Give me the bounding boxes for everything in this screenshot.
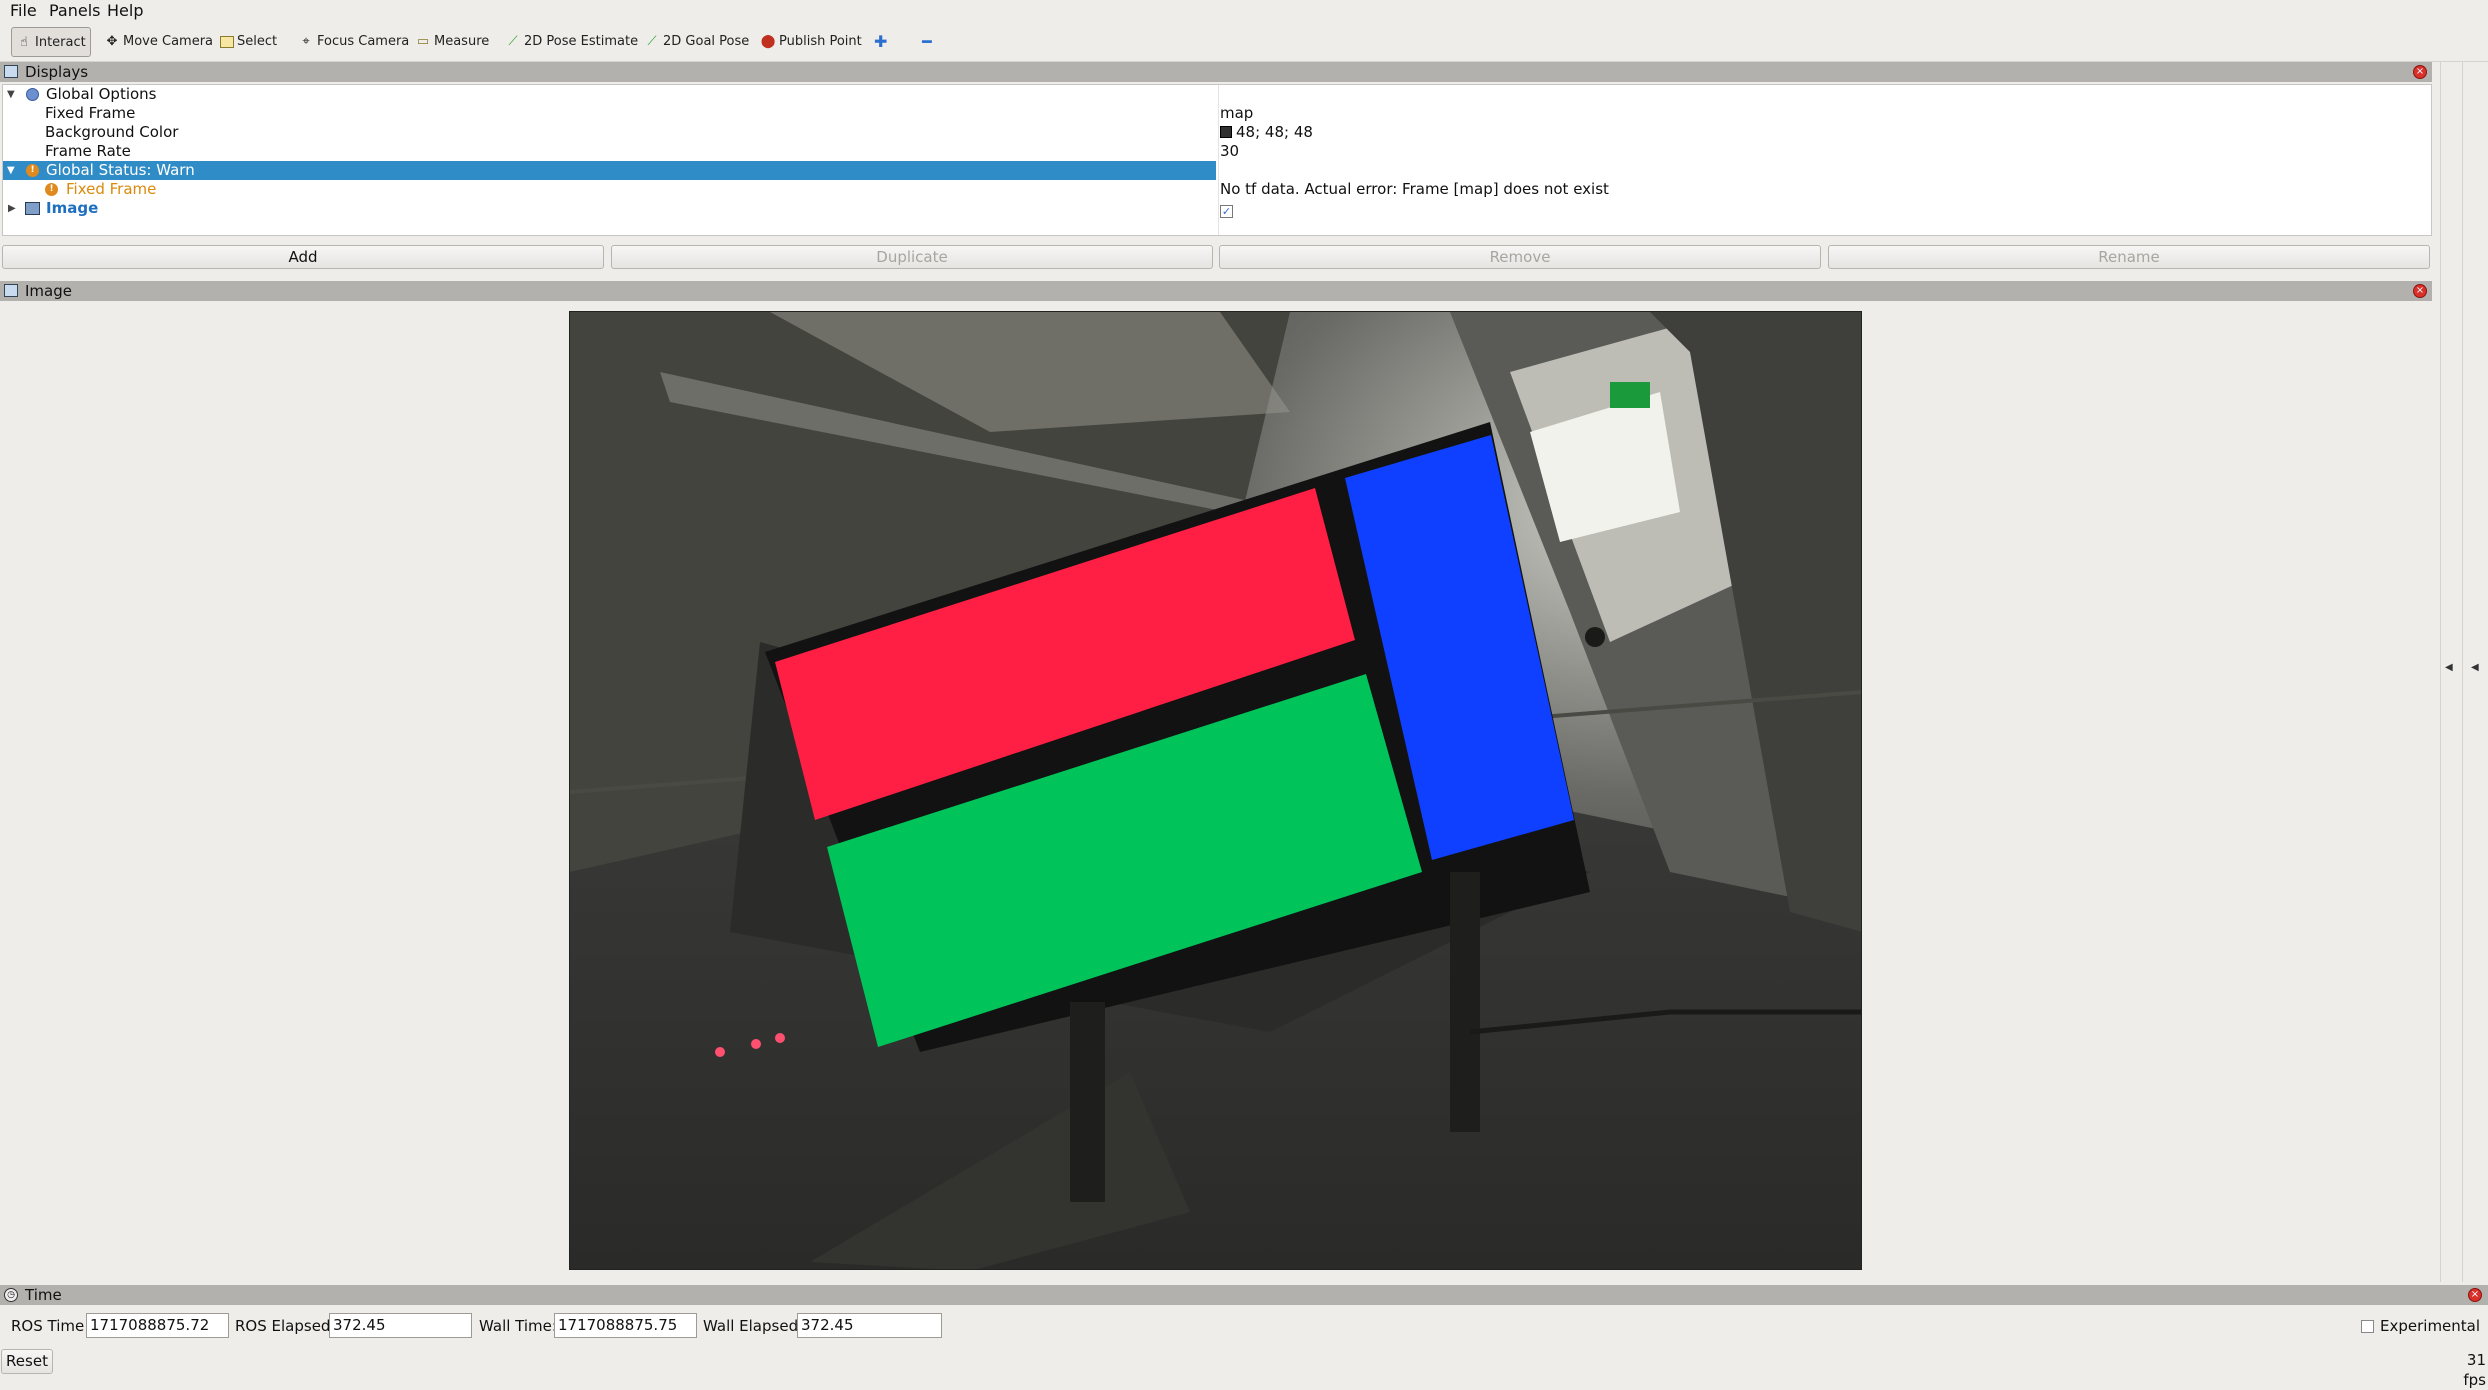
select-tool-button[interactable]: Select <box>216 27 281 57</box>
tree-row-fixed-frame-status[interactable]: ! Fixed Frame No tf data. Actual error: … <box>3 180 2431 199</box>
clock-icon: ◷ <box>4 1288 18 1302</box>
ros-time-field[interactable]: 1717088875.72 <box>86 1313 229 1338</box>
ros-elapsed-label: ROS Elapsed: <box>235 1317 336 1335</box>
move-camera-tool-button[interactable]: ✥ Move Camera <box>100 27 217 57</box>
tree-row-image[interactable]: ▶ Image ✓ <box>3 199 2431 218</box>
focus-camera-tool-button[interactable]: ⌖ Focus Camera <box>294 27 413 57</box>
publish-point-label: Publish Point <box>779 34 862 49</box>
close-icon[interactable]: × <box>2413 284 2427 298</box>
duplicate-button[interactable]: Duplicate <box>611 245 1213 269</box>
goal-pose-tool-button[interactable]: ⟋ 2D Goal Pose <box>640 27 753 57</box>
rename-button[interactable]: Rename <box>1828 245 2430 269</box>
warning-icon: ! <box>45 183 58 196</box>
publish-point-tool-button[interactable]: ⬤ Publish Point <box>756 27 866 57</box>
background-color-text: 48; 48; 48 <box>1236 123 1313 141</box>
pose-estimate-label: 2D Pose Estimate <box>524 34 639 49</box>
measure-tool-button[interactable]: ▭ Measure <box>411 27 493 57</box>
tree-row-global-status[interactable]: ▼ ! Global Status: Warn <box>3 161 2431 180</box>
displays-tree: ▼ Global Options Fixed Frame map Backgro… <box>2 84 2432 236</box>
experimental-label: Experimental <box>2380 1317 2481 1335</box>
focus-camera-label: Focus Camera <box>317 34 410 49</box>
fixed-frame-value[interactable]: map <box>1220 104 1253 123</box>
collapse-right-arrow-icon[interactable]: ◀ <box>2471 662 2479 673</box>
interact-tool-button[interactable]: ☝ Interact <box>11 27 91 57</box>
collapse-left-arrow-icon[interactable]: ◀ <box>2445 662 2453 673</box>
close-icon[interactable]: × <box>2468 1288 2482 1302</box>
wall-time-field[interactable]: 1717088875.75 <box>554 1313 697 1338</box>
tree-label: Background Color <box>45 123 179 141</box>
status-message: No tf data. Actual error: Frame [map] do… <box>1220 180 1609 198</box>
pose-estimate-tool-button[interactable]: ⟋ 2D Pose Estimate <box>501 27 642 57</box>
expand-arrow-icon[interactable]: ▼ <box>7 85 15 104</box>
select-label: Select <box>237 34 278 49</box>
goal-pose-label: 2D Goal Pose <box>663 34 750 49</box>
select-icon <box>220 35 234 48</box>
interact-label: Interact <box>35 35 86 50</box>
add-button[interactable]: Add <box>2 245 604 269</box>
time-panel-title: Time <box>25 1286 62 1304</box>
camera-scene <box>570 312 1861 1269</box>
ros-elapsed-field[interactable]: 372.45 <box>329 1313 472 1338</box>
right-dock-gutter: ◀ ◀ <box>2440 62 2488 1282</box>
map-pin-icon: ⬤ <box>760 34 776 49</box>
exit-sign <box>1610 382 1650 408</box>
reset-button[interactable]: Reset <box>1 1349 53 1374</box>
expand-arrow-icon[interactable]: ▼ <box>7 161 15 180</box>
warning-icon: ! <box>26 164 39 177</box>
tree-row-frame-rate[interactable]: Frame Rate 30 <box>3 142 2431 161</box>
image-panel-title: Image <box>25 282 72 300</box>
displays-title: Displays <box>25 63 89 81</box>
image-enabled-checkbox[interactable]: ✓ <box>1220 201 1233 220</box>
ros-time-label: ROS Time: <box>11 1317 90 1335</box>
add-tool-icon[interactable]: ✚ <box>870 27 891 57</box>
camera-image <box>569 311 1862 1270</box>
monitor-icon <box>4 65 18 78</box>
ruler-icon: ▭ <box>416 34 430 49</box>
tree-row-global-options[interactable]: ▼ Global Options <box>3 85 2431 104</box>
remove-button[interactable]: Remove <box>1219 245 1821 269</box>
menu-panels[interactable]: Panels <box>49 0 101 22</box>
image-display-icon <box>25 202 40 215</box>
tree-label: Global Status: Warn <box>46 161 195 179</box>
move-icon: ✥ <box>106 34 118 49</box>
menubar: File Panels Help <box>0 0 2488 22</box>
tree-label: Image <box>46 199 99 217</box>
wall-elapsed-label: Wall Elapsed: <box>703 1317 804 1335</box>
displays-panel-header: Displays × <box>0 62 2432 82</box>
measure-label: Measure <box>434 34 490 49</box>
background-color-value[interactable]: 48; 48; 48 <box>1220 123 1313 142</box>
frame-rate-value[interactable]: 30 <box>1220 142 1239 161</box>
color-swatch <box>1220 126 1232 138</box>
crosshair-icon: ⌖ <box>302 34 310 49</box>
wall-time-label: Wall Time: <box>479 1317 557 1335</box>
menu-file[interactable]: File <box>10 0 37 22</box>
image-panel-icon <box>4 284 18 297</box>
green-arrow-icon: ⟋ <box>508 34 518 49</box>
wall-elapsed-field[interactable]: 372.45 <box>797 1313 942 1338</box>
tree-row-background-color[interactable]: Background Color 48; 48; 48 <box>3 123 2431 142</box>
collapse-arrow-icon[interactable]: ▶ <box>8 199 16 218</box>
time-panel-header: ◷ Time × <box>0 1285 2488 1305</box>
tree-label: Frame Rate <box>45 142 131 160</box>
move-camera-label: Move Camera <box>123 34 214 49</box>
gear-icon <box>26 88 39 101</box>
menu-help[interactable]: Help <box>107 0 143 22</box>
close-icon[interactable]: × <box>2413 65 2427 79</box>
fps-counter: 31 fps <box>2463 1351 2486 1389</box>
remove-tool-icon[interactable]: ━ <box>918 27 936 57</box>
image-panel-header: Image × <box>0 281 2432 301</box>
tree-label: Fixed Frame <box>45 104 136 122</box>
green-arrow-icon: ⟋ <box>647 34 657 49</box>
tree-label: Fixed Frame <box>66 180 157 198</box>
experimental-checkbox[interactable] <box>2361 1320 2374 1333</box>
tree-label: Global Options <box>46 85 157 103</box>
tree-row-fixed-frame[interactable]: Fixed Frame map <box>3 104 2431 123</box>
hand-icon: ☝ <box>20 35 28 50</box>
toolbar: ☝ Interact ✥ Move Camera Select ⌖ Focus Cam… <box>0 22 2488 62</box>
